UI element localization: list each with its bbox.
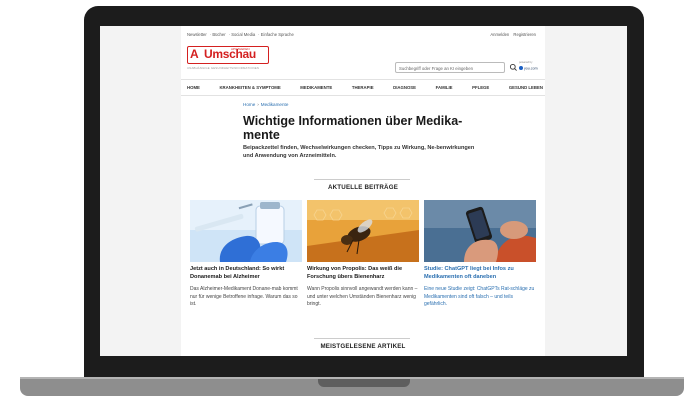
laptop-screen: Newsletter · Bücher · Social Media · Einfac… <box>100 26 627 356</box>
breadcrumb-medikamente[interactable]: Medikamente <box>261 102 289 107</box>
nav-home[interactable]: HOME <box>187 85 200 90</box>
article-card[interactable]: Wirkung von Propolis: Das weiß die Forsc… <box>307 200 419 309</box>
section-rule <box>314 338 410 339</box>
section-heading-most-read: MEISTGELESENE ARTIKEL <box>320 343 406 350</box>
nav-medikamente[interactable]: MEDIKAMENTE <box>300 85 332 90</box>
nav-diagnose[interactable]: DIAGNOSE <box>393 85 416 90</box>
article-image-donanemab[interactable] <box>190 200 302 262</box>
section-rule <box>314 179 410 180</box>
laptop-notch <box>318 379 410 387</box>
search-input[interactable]: Suchbegriff oder Frage an KI eingeben <box>395 62 505 73</box>
nav-gesund-leben[interactable]: GESUND LEBEN <box>509 85 543 90</box>
nav-krankheiten-symptome[interactable]: KRANKHEITEN & SYMPTOME <box>219 85 280 90</box>
article-teaser: Wann Propolis sinnvoll angewandt werden … <box>307 286 418 307</box>
register-link[interactable]: Registrieren <box>513 32 536 37</box>
logo-small-text: APOTHEKEN <box>231 47 250 51</box>
main-nav: HOME KRANKHEITEN & SYMPTOME MEDIKAMENTE … <box>187 85 543 90</box>
logo-tagline: UNABHÄNGIGE GESUNDHEITSINFORMATIONEN <box>187 66 260 70</box>
pharmacy-a-icon: A <box>190 47 199 61</box>
powered-by-brand-text: you.com <box>524 66 538 71</box>
article-image-propolis[interactable] <box>307 200 419 262</box>
social-media-link[interactable]: Social Media <box>231 32 255 37</box>
breadcrumb-home[interactable]: Home <box>243 102 255 107</box>
article-title[interactable]: Jetzt auch in Deutschland: So wirkt Dona… <box>190 266 302 281</box>
utility-nav-left: Newsletter · Bücher · Social Media · Einfac… <box>187 32 294 37</box>
section-heading-current: AKTUELLE BEITRÄGE <box>327 184 399 191</box>
article-teaser[interactable]: Eine neue Studie zeigt: ChatGPTs Rat-sch… <box>424 286 536 309</box>
nav-pflege[interactable]: PFLEGE <box>472 85 489 90</box>
newsletter-link[interactable]: Newsletter <box>187 32 207 37</box>
search-icon[interactable] <box>509 62 518 73</box>
page-title: Wichtige Informationen über Medika-mente <box>243 114 463 142</box>
powered-by-brand: you.com <box>519 66 538 71</box>
article-teaser: Das Alzheimer-Medikament Donane-mab komm… <box>190 286 298 307</box>
site-logo[interactable]: A Umschau APOTHEKEN UNABHÄNGIGE GESUNDHE… <box>187 46 269 70</box>
utility-nav-right: Anmelden Registrieren <box>490 32 539 37</box>
you-com-icon <box>519 66 523 70</box>
nav-therapie[interactable]: THERAPIE <box>352 85 374 90</box>
books-link[interactable]: Bücher <box>212 32 225 37</box>
article-card[interactable]: Jetzt auch in Deutschland: So wirkt Dona… <box>190 200 302 309</box>
article-title[interactable]: Studie: ChatGPT liegt bei Infos zu Medik… <box>424 266 536 281</box>
breadcrumb-chevron-icon: › <box>257 102 259 107</box>
login-link[interactable]: Anmelden <box>490 32 509 37</box>
article-image-chatgpt[interactable] <box>424 200 536 262</box>
nav-divider-bottom <box>181 95 545 96</box>
nav-familie[interactable]: FAMILIE <box>436 85 453 90</box>
article-title[interactable]: Wirkung von Propolis: Das weiß die Forsc… <box>307 266 419 281</box>
breadcrumb: Home › Medikamente <box>243 102 288 107</box>
easy-language-link[interactable]: Einfache Sprache <box>261 32 294 37</box>
powered-by-label: powered by <box>519 61 533 64</box>
page-intro: Beipackzettel finden, Wechselwirkungen c… <box>243 145 475 159</box>
web-page: Newsletter · Bücher · Social Media · Einfac… <box>181 26 545 356</box>
article-card[interactable]: Studie: ChatGPT liegt bei Infos zu Medik… <box>424 200 536 309</box>
nav-divider-top <box>181 79 545 80</box>
